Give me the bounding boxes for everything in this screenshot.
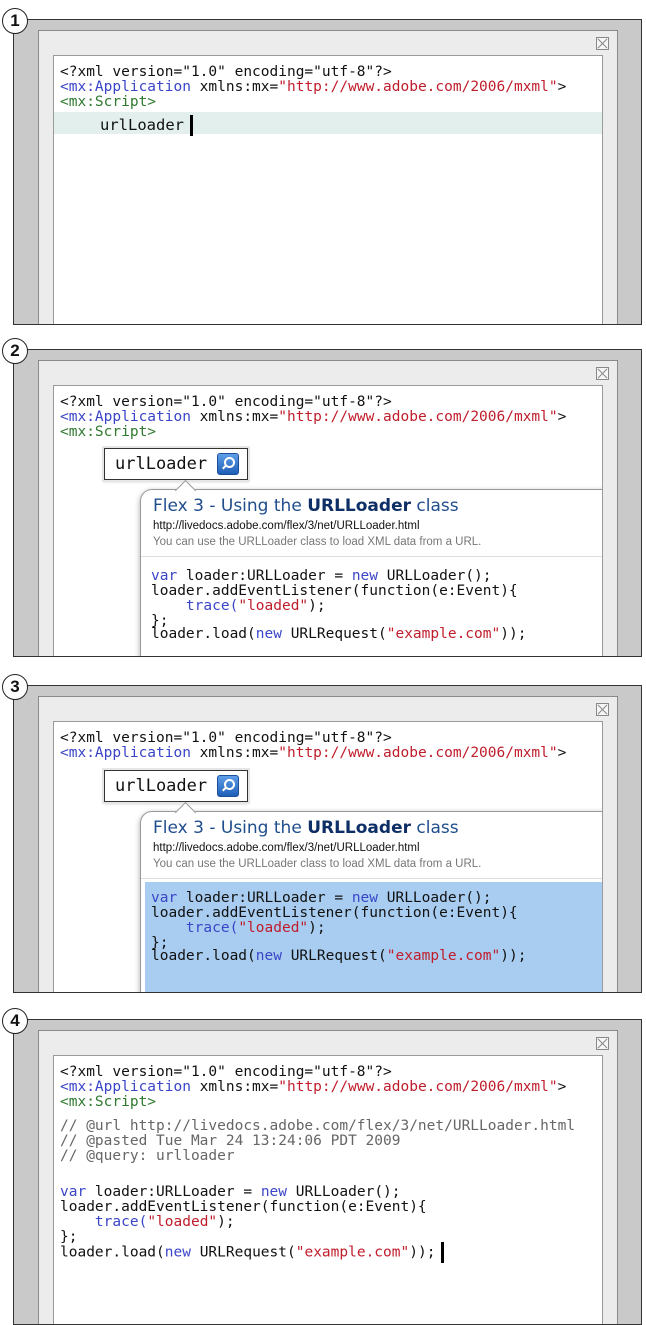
step-1-panel: 1 <?xml version="1.0" encoding="utf-8"?>…	[0, 8, 646, 325]
search-query: urlLoader	[115, 776, 208, 796]
window-frame: <?xml version="1.0" encoding="utf-8"?> <…	[13, 685, 642, 993]
doc-popup[interactable]: Flex 3 - Using the URLLoader class http:…	[140, 811, 602, 992]
close-icon[interactable]	[596, 1037, 609, 1050]
step-3-panel: 3 <?xml version="1.0" encoding="utf-8"?>…	[0, 674, 646, 993]
search-query: urlLoader	[115, 454, 208, 474]
step-2-panel: 2 <?xml version="1.0" encoding="utf-8"?>…	[0, 338, 646, 657]
step-number: 1	[2, 8, 28, 34]
editor-window: <?xml version="1.0" encoding="utf-8"?> <…	[38, 30, 618, 324]
code-line: loader.load(new URLRequest("example.com"…	[60, 1242, 445, 1263]
code-line: loader.addEventListener(function(e:Event…	[151, 583, 518, 599]
application-tag-line: <mx:Application xmlns:mx="http://www.ado…	[60, 409, 567, 425]
code-line: loader.load(new URLRequest("example.com"…	[151, 948, 527, 964]
xml-declaration: <?xml version="1.0" encoding="utf-8"?>	[60, 730, 392, 746]
close-icon[interactable]	[596, 367, 609, 380]
code-line: loader.addEventListener(function(e:Event…	[60, 1199, 427, 1215]
editor-window: <?xml version="1.0" encoding="utf-8"?> <…	[38, 1030, 618, 1324]
code-editor[interactable]: <?xml version="1.0" encoding="utf-8"?> <…	[53, 1055, 603, 1324]
script-tag-line: <mx:Script>	[60, 1094, 157, 1110]
popup-url: http://livedocs.adobe.com/flex/3/net/URL…	[153, 520, 420, 532]
editor-window: <?xml version="1.0" encoding="utf-8"?> <…	[38, 360, 618, 656]
code-line: trace("loaded");	[151, 920, 326, 936]
step-number: 2	[2, 338, 28, 364]
code-line: loader.load(new URLRequest("example.com"…	[151, 626, 527, 642]
code-editor[interactable]: <?xml version="1.0" encoding="utf-8"?> <…	[53, 385, 603, 656]
script-tag-line: <mx:Script>	[60, 424, 157, 440]
application-tag-line: <mx:Application xmlns:mx="http://www.ado…	[60, 79, 567, 95]
window-frame: <?xml version="1.0" encoding="utf-8"?> <…	[13, 19, 642, 325]
divider	[141, 556, 602, 557]
script-tag-line: <mx:Script>	[60, 94, 157, 110]
typed-line: urlLoader	[100, 115, 193, 136]
search-icon[interactable]	[217, 453, 239, 475]
code-line: var loader:URLLoader = new URLLoader();	[60, 1184, 401, 1200]
xml-declaration: <?xml version="1.0" encoding="utf-8"?>	[60, 394, 392, 410]
search-input[interactable]: urlLoader	[104, 448, 248, 480]
xml-declaration: <?xml version="1.0" encoding="utf-8"?>	[60, 1064, 392, 1080]
code-snippet-selected[interactable]: var loader:URLLoader = new URLLoader(); …	[145, 882, 602, 992]
code-line: loader.addEventListener(function(e:Event…	[151, 905, 518, 921]
popup-title: Flex 3 - Using the URLLoader class	[153, 496, 459, 516]
editor-window: <?xml version="1.0" encoding="utf-8"?> <…	[38, 696, 618, 992]
search-icon[interactable]	[217, 775, 239, 797]
step-number: 3	[2, 674, 28, 700]
popup-title: Flex 3 - Using the URLLoader class	[153, 818, 459, 838]
comment-pasted: // @pasted Tue Mar 24 13:24:06 PDT 2009	[60, 1133, 401, 1149]
window-frame: <?xml version="1.0" encoding="utf-8"?> <…	[13, 1019, 642, 1325]
code-line: trace("loaded");	[60, 1214, 235, 1230]
close-icon[interactable]	[596, 703, 609, 716]
code-line: var loader:URLLoader = new URLLoader();	[151, 890, 492, 906]
step-4-panel: 4 <?xml version="1.0" encoding="utf-8"?>…	[0, 1008, 646, 1325]
comment-url: // @url http://livedocs.adobe.com/flex/3…	[60, 1118, 576, 1134]
code-editor[interactable]: <?xml version="1.0" encoding="utf-8"?> <…	[53, 721, 603, 992]
application-tag-line: <mx:Application xmlns:mx="http://www.ado…	[60, 745, 567, 761]
doc-popup[interactable]: Flex 3 - Using the URLLoader class http:…	[140, 489, 602, 656]
search-input[interactable]: urlLoader	[104, 770, 248, 802]
window-frame: <?xml version="1.0" encoding="utf-8"?> <…	[13, 349, 642, 657]
application-tag-line: <mx:Application xmlns:mx="http://www.ado…	[60, 1079, 567, 1095]
text-cursor	[190, 115, 193, 136]
xml-declaration: <?xml version="1.0" encoding="utf-8"?>	[60, 64, 392, 80]
popup-description: You can use the URLLoader class to load …	[153, 858, 482, 870]
code-editor[interactable]: <?xml version="1.0" encoding="utf-8"?> <…	[53, 55, 603, 324]
text-cursor	[441, 1242, 445, 1263]
close-icon[interactable]	[596, 37, 609, 50]
comment-query: // @query: urlloader	[60, 1148, 235, 1164]
code-snippet[interactable]: var loader:URLLoader = new URLLoader(); …	[145, 560, 602, 650]
popup-url: http://livedocs.adobe.com/flex/3/net/URL…	[153, 842, 420, 854]
code-line: var loader:URLLoader = new URLLoader();	[151, 568, 492, 584]
divider	[141, 878, 602, 879]
popup-description: You can use the URLLoader class to load …	[153, 536, 482, 548]
code-line: trace("loaded");	[151, 598, 326, 614]
step-number: 4	[2, 1008, 28, 1034]
